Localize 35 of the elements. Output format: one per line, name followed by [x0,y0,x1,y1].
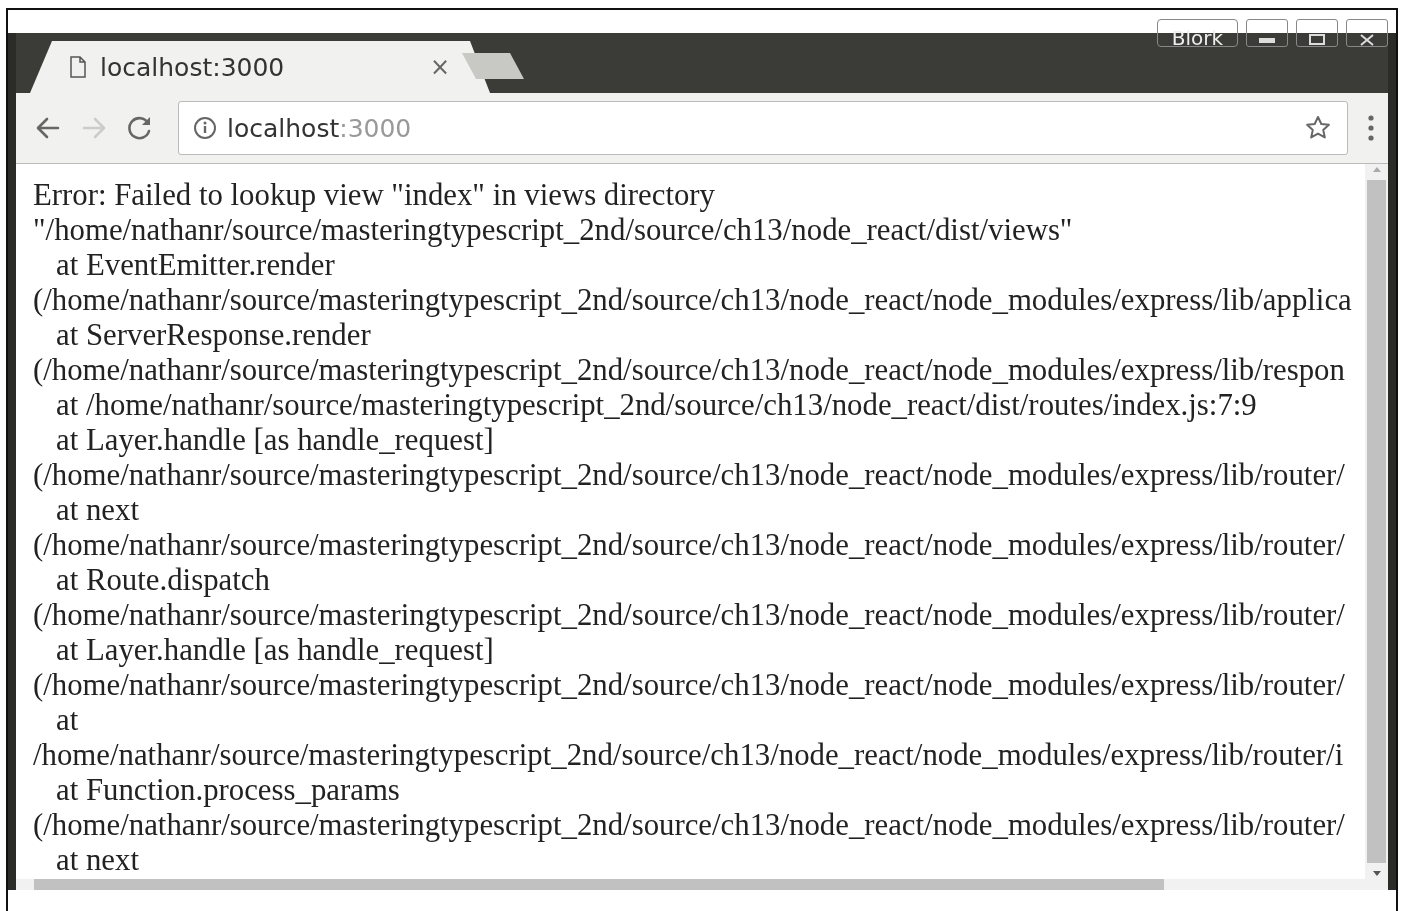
error-text-line: (/home/nathanr/source/masteringtypescript_2nd/source/ch13/node_react/node_modules/express/lib/router/ [33,458,1346,493]
stack-frame-line: at ServerResponse.render [55,318,372,353]
stack-frame-line: at Function.process_params [55,773,401,808]
error-text-line: (/home/nathanr/source/masteringtypescript_2nd/source/ch13/node_react/node_modules/express/lib/router/ [33,808,1346,843]
stack-frame-line: at next [55,493,140,528]
error-text-line: /home/nathanr/source/masteringtypescript_2nd/source/ch13/node_react/node_modules/express/lib/router/i [33,738,1345,773]
tab-close-button[interactable]: × [429,53,450,81]
maximize-icon [1307,34,1327,46]
close-button[interactable] [1346,19,1388,47]
info-icon [193,116,217,140]
address-bar[interactable]: localhost:3000 [178,101,1348,155]
error-text-line: Error: Failed to lookup view "index" in views directory [33,178,716,213]
error-text-line: (/home/nathanr/source/masteringtypescript_2nd/source/ch13/node_react/node_modules/express/lib/router/ [33,668,1346,703]
bookmark-star-icon[interactable] [1305,115,1331,141]
error-text-line: (/home/nathanr/source/masteringtypescript_2nd/source/ch13/node_react/node_modules/express/lib/router/ [33,528,1346,563]
browser-tab[interactable]: localhost:3000 × [30,41,490,93]
page-icon [70,56,86,78]
error-text-line: "/home/nathanr/source/masteringtypescript_2nd/source/ch13/node_react/dist/views" [33,213,1074,248]
menu-icon[interactable] [1366,114,1376,142]
error-text-line: (/home/nathanr/source/masteringtypescript_2nd/source/ch13/node_react/node_modules/express/lib/applica [33,283,1353,318]
stack-frame-line: at Layer.handle [as handle_request] [55,633,495,668]
stack-frame-line: at Route.dispatch [55,563,271,598]
profile-button[interactable]: Blork [1156,19,1238,47]
minimize-icon [1257,36,1277,46]
stack-frame-line: at next [55,843,140,878]
stack-frame-line: at EventEmitter.render [55,248,336,283]
error-text-line: (/home/nathanr/source/masteringtypescript_2nd/source/ch13/node_react/node_modules/express/lib/router/ [33,598,1346,633]
stack-frame-line: at [55,703,80,738]
maximize-button[interactable] [1296,19,1338,47]
error-text-line: (/home/nathanr/source/masteringtypescript_2nd/source/ch13/node_react/node_modules/express/lib/respon [33,353,1346,388]
stack-frame-line: at Layer.handle [as handle_request] [55,423,495,458]
url-text: localhost:3000 [227,113,413,143]
stack-frame-line: at /home/nathanr/source/masteringtypescript_2nd/source/ch13/node_react/dist/routes/index.js:7:9 [55,388,1258,423]
tab-title: localhost:3000 [100,52,286,82]
minimize-button[interactable] [1246,19,1288,47]
